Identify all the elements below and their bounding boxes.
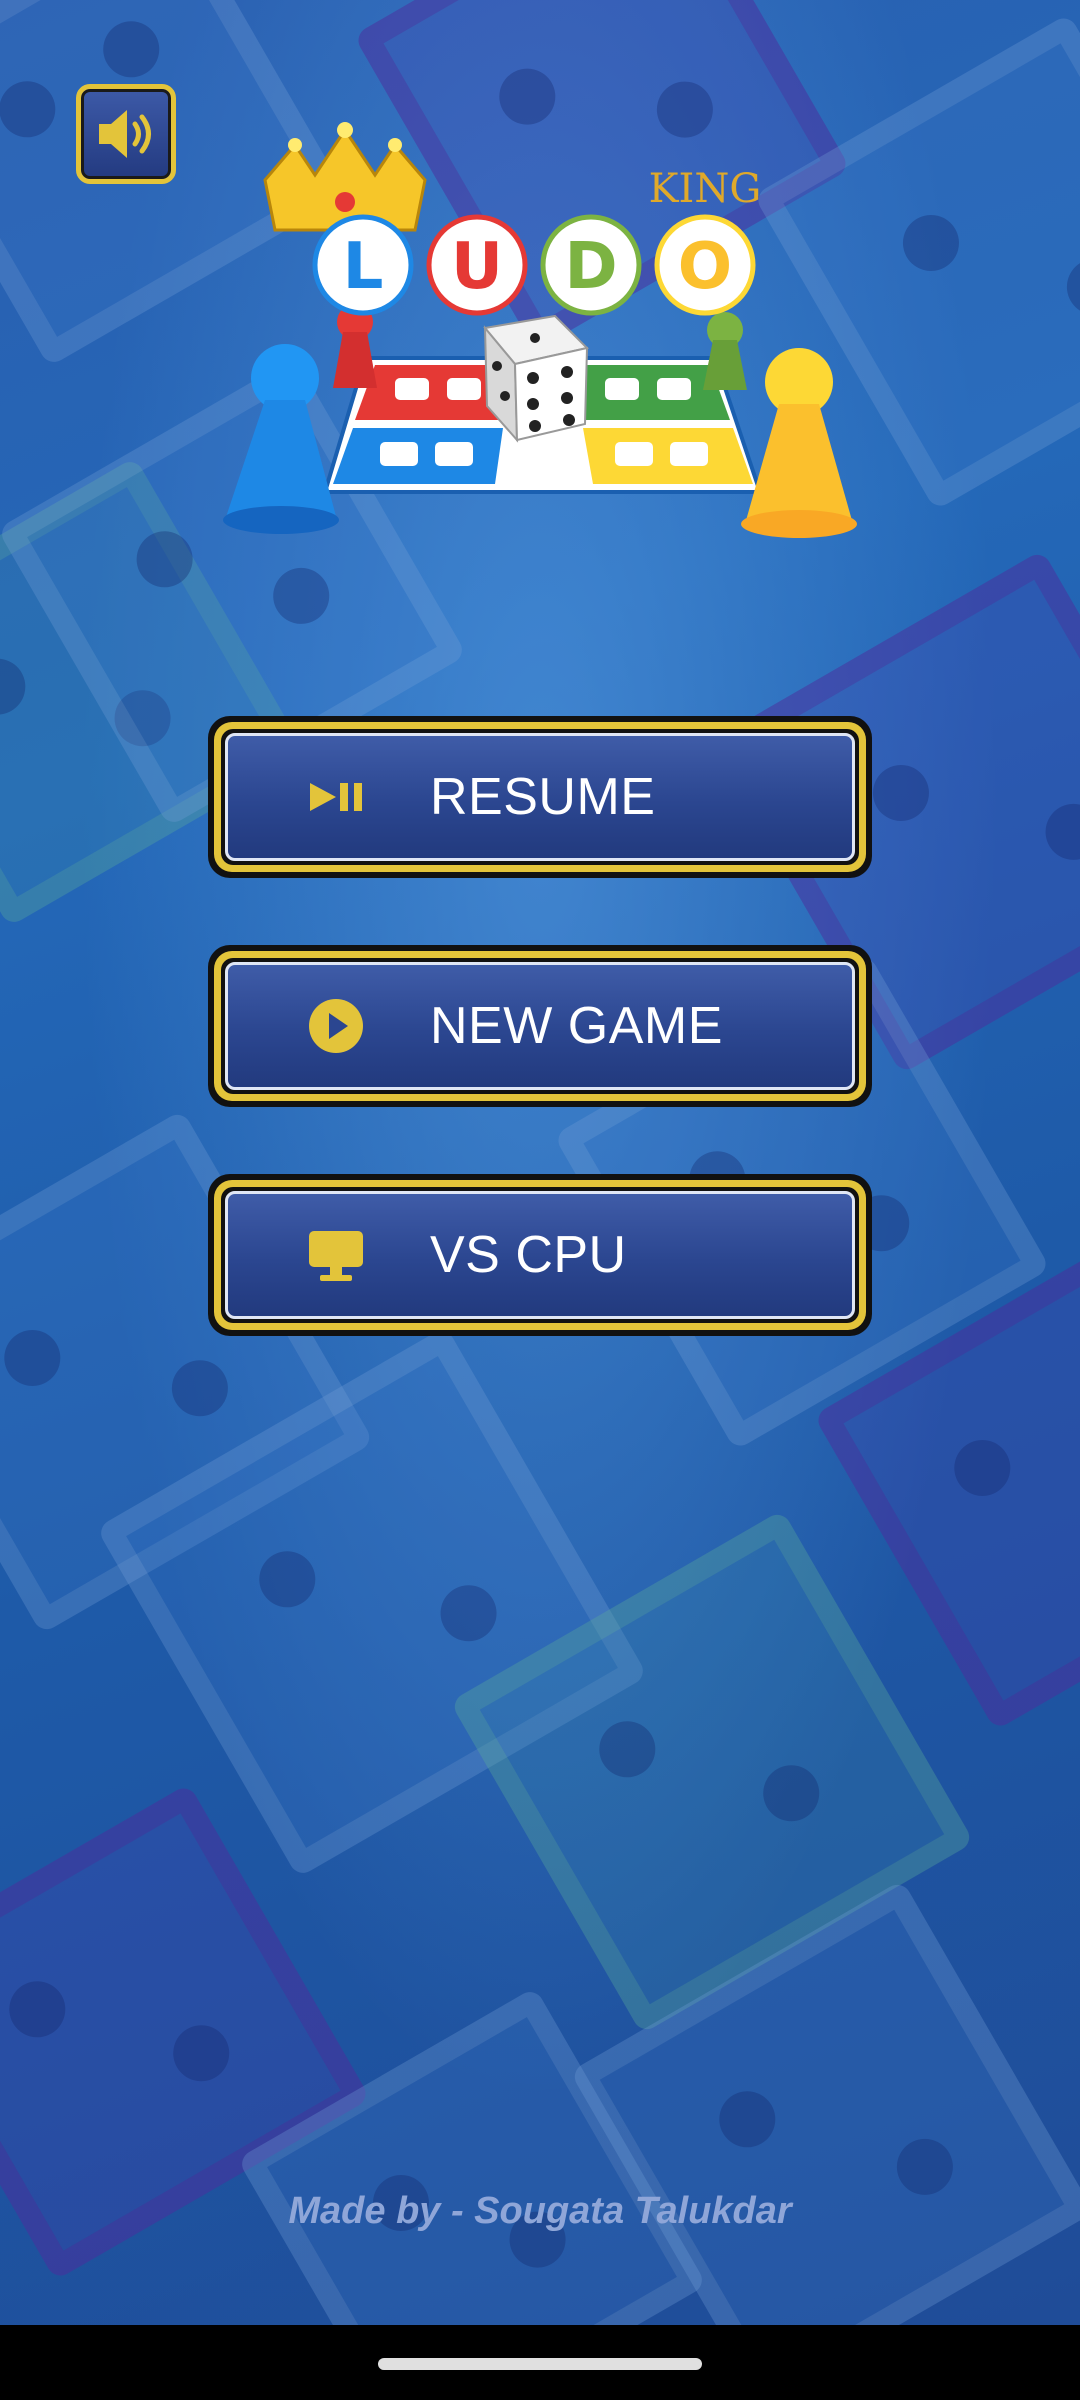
logo-king-text: KING bbox=[649, 166, 762, 212]
logo-letter-d: D bbox=[564, 230, 617, 304]
vs-cpu-button[interactable]: VS CPU bbox=[208, 1174, 872, 1336]
green-pawn-image bbox=[703, 312, 747, 390]
developer-credit: Made by - Sougata Talukdar bbox=[288, 2190, 792, 2232]
logo-letter-l: L bbox=[343, 230, 384, 304]
speaker-icon bbox=[99, 110, 151, 158]
system-navigation-bar bbox=[0, 2325, 1080, 2400]
play-pause-icon bbox=[310, 783, 362, 811]
crown-image bbox=[263, 122, 427, 232]
play-circle-icon bbox=[309, 999, 363, 1053]
resume-label: RESUME bbox=[430, 768, 656, 826]
sound-toggle-button[interactable] bbox=[76, 84, 176, 184]
dice-image bbox=[483, 314, 589, 443]
new-game-button[interactable]: NEW GAME bbox=[208, 945, 872, 1107]
ludo-king-logo: L U D O KING bbox=[215, 120, 865, 540]
red-pawn-image bbox=[333, 304, 377, 388]
blue-pawn-image bbox=[223, 344, 339, 534]
logo-letter-u: U bbox=[451, 230, 503, 304]
new-game-label: NEW GAME bbox=[430, 997, 723, 1055]
yellow-pawn-image bbox=[741, 348, 857, 538]
vs-cpu-label: VS CPU bbox=[430, 1226, 627, 1284]
home-gesture-handle[interactable] bbox=[378, 2358, 702, 2370]
resume-button[interactable]: RESUME bbox=[208, 716, 872, 878]
logo-letter-o: O bbox=[678, 230, 732, 304]
monitor-icon bbox=[309, 1231, 363, 1281]
